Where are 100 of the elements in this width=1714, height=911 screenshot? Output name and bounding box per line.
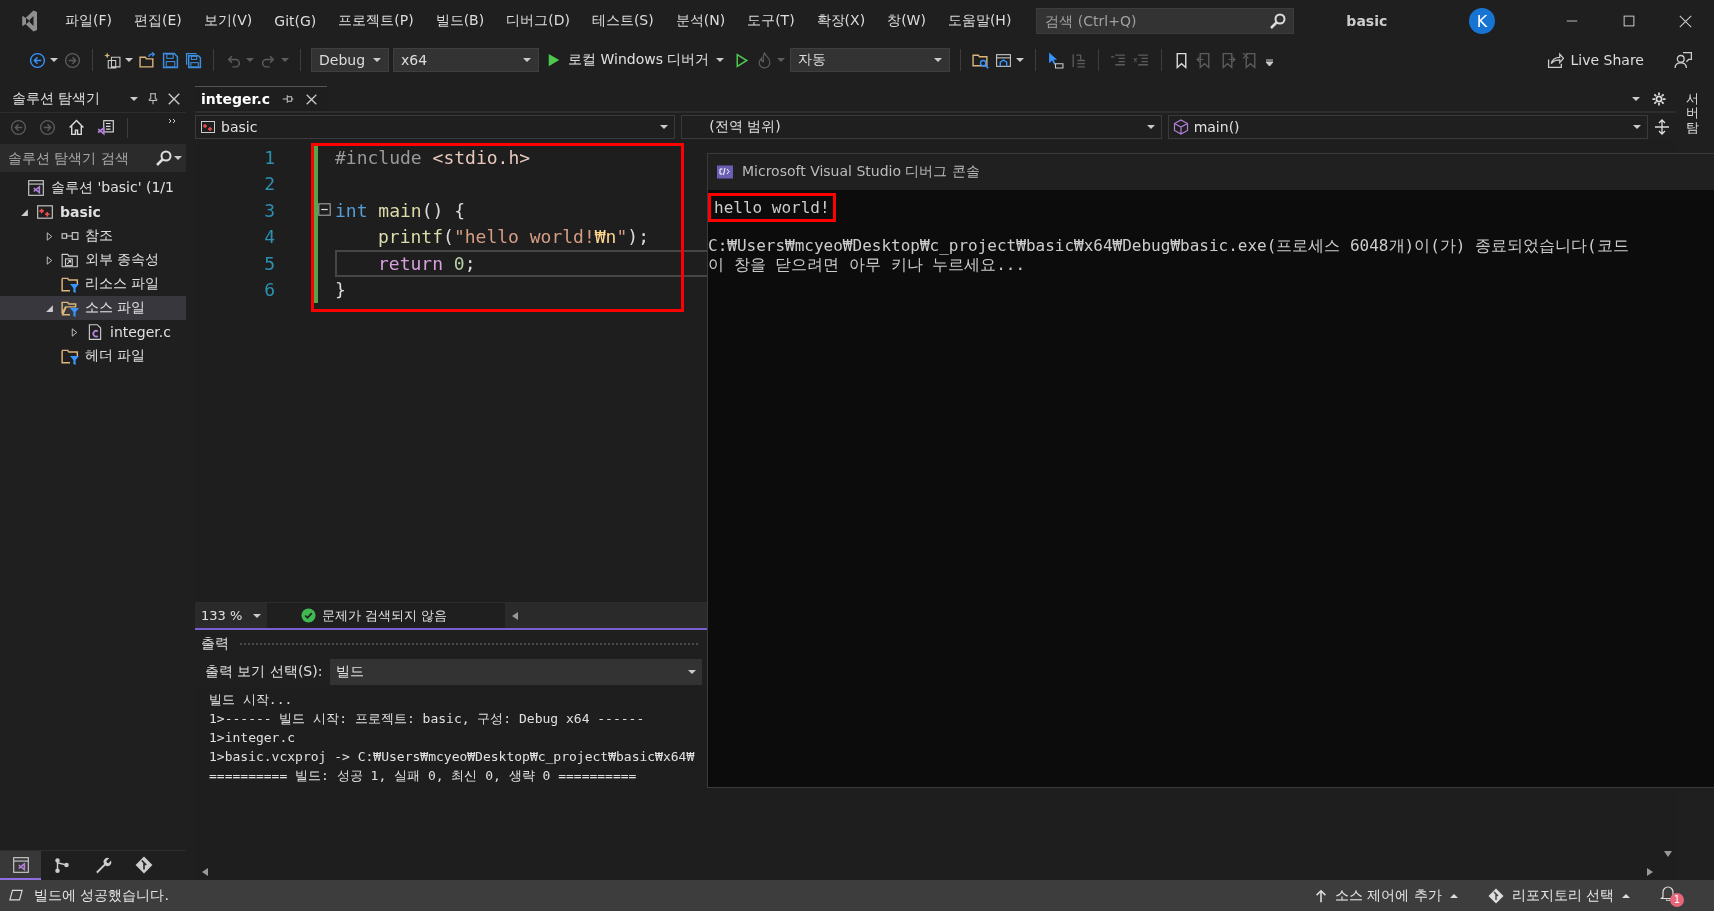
console-icon (716, 164, 734, 180)
bell-icon[interactable] (1660, 884, 1676, 901)
expanded-arrow-icon[interactable] (19, 207, 29, 217)
maximize-icon[interactable] (1622, 15, 1635, 27)
navigation-dropdown[interactable]: main() (1167, 114, 1648, 139)
menu-item[interactable]: 프로젝트(P) (327, 12, 425, 30)
save-all-icon[interactable] (185, 51, 202, 69)
code-line: #include <stdio.h> (335, 146, 531, 168)
menu-item[interactable]: 빌드(B) (424, 12, 496, 30)
cursor-icon[interactable] (1047, 51, 1065, 69)
tree-item[interactable]: integer.c (0, 320, 186, 344)
menu-item[interactable]: 분석(N) (664, 12, 737, 30)
toolbar-dropdown[interactable]: x64 (393, 48, 539, 72)
git-changes-icon (52, 855, 71, 874)
search-field[interactable]: 검색 (Ctrl+Q) (1036, 8, 1295, 34)
run-button[interactable]: 로컬 Windows 디버거 (541, 47, 731, 73)
field-label: 출력 보기 선택(S): (205, 663, 323, 681)
repository-button[interactable]: 리포지토리 선택 (1487, 886, 1630, 905)
menu-item[interactable]: 디버그(D) (495, 12, 581, 30)
close-icon[interactable] (168, 93, 180, 105)
issues-status: 문제가 검색되지 않음 (322, 606, 448, 625)
console-line: C:₩Users₩mcyeo₩Desktop₩c_project₩basic₩x64₩Debug₩basic.exe(프로세스 6048개)이(가) 종료되었습니다(코드 (708, 236, 1629, 255)
scroll-left-icon[interactable] (511, 610, 519, 621)
output-line: 1>------ 빌드 시작: 프로젝트: basic, 구성: Debug x64 ------ (209, 710, 645, 728)
toolbar-dropdown[interactable]: Debug (311, 48, 389, 72)
filter-folder-icon (61, 299, 79, 317)
source-control-button[interactable]: 소스 제어에 추가 (1314, 886, 1458, 905)
tree-item[interactable]: 소스 파일 (0, 296, 186, 320)
scroll-right-icon[interactable] (1646, 867, 1654, 877)
save-icon[interactable] (162, 51, 179, 69)
open-folder-icon[interactable] (139, 51, 156, 69)
pin-icon[interactable] (282, 93, 294, 105)
menu-item[interactable]: 창(W) (876, 12, 937, 30)
solution-icon (27, 179, 45, 197)
output-line: 빌드 시작... (209, 691, 293, 709)
menu-item[interactable]: 테스트(S) (580, 12, 665, 30)
pin-icon[interactable] (147, 92, 159, 106)
toolbar-dropdown[interactable]: 자동 (790, 48, 951, 72)
menu-item[interactable]: Git(G) (263, 13, 328, 29)
project-icon (200, 118, 216, 135)
solution-explorer-icon (11, 855, 30, 874)
git-icon (134, 855, 153, 874)
output-line: 1>basic.vcxproj -> C:₩Users₩mcyeo₩Desktop₩c_project₩basic₩x64₩ (209, 748, 695, 766)
new-project-icon[interactable] (104, 51, 121, 69)
folder-search-icon[interactable] (972, 51, 990, 69)
status-message: 빌드에 성공했습니다. (34, 886, 169, 905)
menu-item[interactable]: 편집(E) (123, 12, 193, 30)
collapsed-arrow-icon[interactable] (44, 231, 54, 241)
console-line: hello world! (714, 198, 830, 217)
solution-name: basic (1346, 13, 1388, 29)
feedback-icon[interactable] (1674, 51, 1692, 69)
settings-icon[interactable] (1652, 91, 1666, 106)
code-line: printf("hello world!₩n"); (378, 226, 649, 248)
overflow-icon[interactable] (168, 118, 176, 126)
side-tab[interactable]: 서버 탐 (1686, 92, 1699, 135)
split-icon[interactable] (1654, 118, 1670, 135)
line-number: 1 (263, 146, 276, 168)
collapse-icon[interactable] (318, 203, 331, 216)
tree-item[interactable]: 리소스 파일 (0, 272, 186, 296)
scroll-left-icon[interactable] (201, 867, 209, 877)
collapsed-arrow-icon[interactable] (44, 255, 54, 265)
tree-item[interactable]: basic (0, 200, 186, 224)
back-icon[interactable] (10, 119, 27, 136)
close-icon[interactable] (306, 93, 317, 105)
back-icon[interactable] (29, 51, 46, 69)
project-icon (36, 203, 54, 221)
scroll-down-icon[interactable] (1663, 850, 1673, 858)
menu-item[interactable]: 파일(F) (54, 12, 123, 30)
navigation-dropdown[interactable]: basic (195, 114, 676, 139)
play-icon (547, 53, 561, 67)
menu-item[interactable]: 도움말(H) (936, 12, 1023, 30)
line-number: 3 (263, 199, 276, 221)
live-share-button[interactable]: Live Share (1538, 47, 1652, 73)
search-icon[interactable] (1270, 13, 1287, 29)
menu-item[interactable]: 도구(T) (736, 12, 806, 30)
panel-tab[interactable] (0, 851, 41, 880)
output-line: 1>integer.c (209, 729, 296, 747)
tree-item[interactable]: 참조 (0, 224, 186, 248)
collapsed-arrow-icon[interactable] (69, 327, 79, 337)
line-number: 5 (263, 252, 276, 274)
search-field[interactable]: 솔루션 탐색기 검색 (0, 144, 186, 172)
output-source-dropdown[interactable]: 빌드 (330, 659, 703, 685)
line-number: 6 (263, 279, 276, 301)
tree-item[interactable]: 솔루션 'basic' (1/1 (0, 176, 186, 200)
menu-item[interactable]: 보기(V) (192, 12, 264, 30)
close-icon[interactable] (1679, 14, 1692, 28)
check-circle-icon (301, 608, 316, 623)
window-icon[interactable] (995, 51, 1013, 69)
account-avatar[interactable]: K (1469, 8, 1495, 34)
search-icon[interactable] (156, 150, 172, 166)
home-icon[interactable] (68, 119, 85, 136)
expanded-arrow-icon[interactable] (44, 303, 54, 313)
forward-icon[interactable] (39, 119, 56, 136)
menu-item[interactable]: 확장(X) (805, 12, 877, 30)
tree-item[interactable]: 헤더 파일 (0, 344, 186, 368)
switch-views-icon[interactable] (97, 118, 115, 137)
navigation-dropdown[interactable]: (전역 범위) (681, 114, 1162, 139)
zoom-dropdown[interactable]: 133 % (195, 603, 267, 628)
tree-item[interactable]: 외부 종속성 (0, 248, 186, 272)
share-icon (1546, 51, 1564, 69)
